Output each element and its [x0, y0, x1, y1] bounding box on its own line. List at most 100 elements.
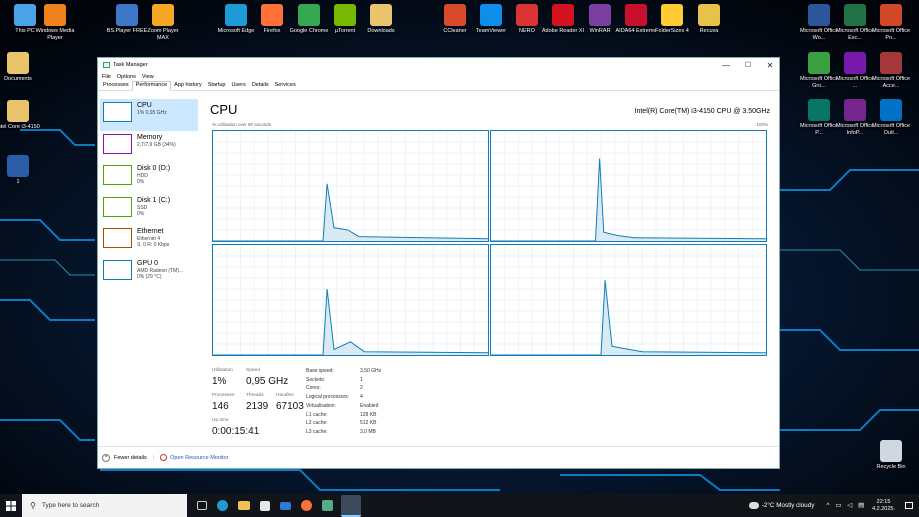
chevron-up-icon[interactable]: ^: [102, 453, 110, 462]
minimize-button[interactable]: —: [715, 58, 737, 72]
desktop-icon[interactable]: Documents: [0, 52, 40, 83]
start-button[interactable]: [0, 494, 22, 517]
volume-icon[interactable]: ◁: [847, 502, 852, 509]
cpu-graph-core-3: [490, 244, 767, 356]
desktop-icon[interactable]: Windows Media Player: [33, 4, 77, 41]
app-icon: [334, 4, 356, 26]
desktop-icon[interactable]: Microsoft Office Outl...: [869, 99, 913, 136]
task-manager-window[interactable]: Task Manager — ☐ ✕ File Options View Pro…: [97, 57, 780, 469]
menu-file[interactable]: File: [102, 74, 111, 80]
notification-icon[interactable]: [905, 502, 913, 509]
sidebar-item-gpu[interactable]: GPU 0 AMD Radeon (TM)... 0% (29 °C): [100, 257, 198, 289]
tab-details[interactable]: Details: [249, 82, 272, 90]
sidebar-item-detail: S: 0 R: 0 Kbps: [137, 242, 170, 248]
maximize-button[interactable]: ☐: [737, 58, 759, 72]
detail-value: 3,0 MB: [360, 428, 376, 435]
weather-text[interactable]: -2°C Mostly cloudy: [762, 502, 815, 509]
detail-value: 1: [360, 376, 363, 383]
app-icon: [480, 4, 502, 26]
desktop-icon[interactable]: Zoom Player MAX: [141, 4, 185, 41]
uptime-value: 0:00:15:41: [212, 426, 260, 437]
processes-value: 146: [212, 401, 229, 412]
perf-sidebar: CPU 1% 0,95 GHz Memory 2,7/7,9 GB (34%) Disk…: [100, 99, 198, 399]
desktop-icon-label: Microsoft Office Po...: [871, 28, 911, 41]
desktop-icon[interactable]: Recuva: [687, 4, 731, 35]
cpu-model: Intel(R) Core(TM) i3-4150 CPU @ 3.50GHz: [634, 108, 770, 115]
open-resource-monitor-link[interactable]: Open Resource Monitor: [170, 455, 228, 461]
desktop-icon[interactable]: 1: [0, 155, 40, 186]
app-icon: [225, 4, 247, 26]
cpu-graph-core-2: [212, 244, 489, 356]
mail-icon[interactable]: [280, 501, 291, 510]
app-icon: [661, 4, 683, 26]
cpu-graph-core-0: [212, 130, 489, 242]
desktop-icon-label: Documents: [4, 76, 32, 82]
processes-label: Processes: [212, 393, 235, 398]
tab-startup[interactable]: Startup: [205, 82, 229, 90]
app-icon[interactable]: [322, 500, 333, 511]
close-button[interactable]: ✕: [759, 58, 781, 72]
window-title: Task Manager: [113, 62, 148, 68]
sidebar-item-disk[interactable]: Disk 0 (D:) HDD 0%: [100, 162, 198, 194]
task-manager-taskbar-icon[interactable]: [341, 494, 361, 517]
desktop-icon[interactable]: Microsoft Office Acce...: [869, 52, 913, 89]
menu-view[interactable]: View: [142, 74, 154, 80]
desktop-icon[interactable]: Recycle Bin: [869, 440, 913, 471]
desktop-icon[interactable]: Downloads: [359, 4, 403, 35]
sidebar-item-detail: 2,7/7,9 GB (34%): [137, 141, 176, 148]
search-placeholder: Type here to search: [41, 502, 100, 509]
graph-canvas: [491, 245, 767, 356]
search-icon: ⚲: [30, 501, 36, 510]
detail-value: 512 KB: [360, 420, 377, 427]
sidebar-item-label: Disk 1 (C:): [137, 196, 171, 204]
sidebar-item-label: CPU: [137, 102, 152, 109]
tab-app-history[interactable]: App history: [171, 82, 205, 90]
app-icon: [298, 4, 320, 26]
tab-processes[interactable]: Processes: [100, 82, 132, 90]
app-icon: [516, 4, 538, 26]
firefox-icon[interactable]: [301, 500, 312, 511]
speed-label: Speed: [246, 368, 260, 373]
fewer-details-link[interactable]: Fewer details: [114, 455, 147, 461]
app-icon: [844, 4, 866, 26]
desktop-icon[interactable]: Microsoft Office Po...: [869, 4, 913, 41]
menu-options[interactable]: Options: [117, 74, 136, 80]
graph-canvas: [213, 245, 489, 356]
mini-graph: [103, 102, 132, 122]
clock[interactable]: 22:15 4.2.2025.: [872, 499, 895, 513]
tab-users[interactable]: Users: [228, 82, 248, 90]
taskbar-search[interactable]: ⚲ Type here to search: [22, 494, 187, 517]
threads-label: Threads: [246, 393, 264, 398]
app-icon: [116, 4, 138, 26]
sidebar-item-disk[interactable]: Disk 1 (C:) SSD 0%: [100, 194, 198, 226]
desktop-icon[interactable]: Intel Core i3-4150: [0, 100, 40, 131]
file-explorer-icon[interactable]: [238, 501, 250, 510]
graph-max-label: 100%: [756, 122, 768, 127]
detail-value: 4: [360, 394, 363, 401]
sidebar-item-memory[interactable]: Memory 2,7/7,9 GB (34%): [100, 131, 198, 163]
cpu-graph-core-1: [490, 130, 767, 242]
detail-key: Virtualisation:: [306, 402, 336, 409]
desktop-icon-label: Recycle Bin: [876, 464, 906, 470]
tab-strip: Processes Performance App history Startup Us…: [98, 81, 779, 91]
weather-icon: [748, 502, 759, 509]
input-lang-icon[interactable]: ▤: [858, 502, 864, 509]
network-icon[interactable]: ▭: [835, 502, 841, 509]
tab-performance[interactable]: Performance: [131, 81, 172, 91]
system-tray: -2°C Mostly cloudy ^ ▭ ◁ ▤ 22:15 4.2.202…: [748, 494, 919, 517]
store-icon[interactable]: [260, 500, 270, 511]
sidebar-item-detail: 0%: [137, 179, 145, 185]
detail-key: L3 cache:: [306, 428, 328, 435]
detail-key: L1 cache:: [306, 411, 328, 418]
graph-caption: % Utilisation over 60 seconds: [212, 122, 272, 127]
mini-graph: [103, 165, 132, 185]
title-bar[interactable]: Task Manager: [98, 58, 779, 72]
sidebar-item-cpu[interactable]: CPU 1% 0,95 GHz: [100, 99, 198, 131]
app-icon: [808, 4, 830, 26]
sidebar-item-ethernet[interactable]: Ethernet Ethernet 4 S: 0 R: 0 Kbps: [100, 225, 198, 257]
task-view-icon[interactable]: [197, 501, 207, 510]
edge-icon[interactable]: [217, 500, 228, 511]
chevron-up-icon[interactable]: ^: [826, 502, 829, 509]
app-icon: [44, 4, 66, 26]
tab-services[interactable]: Services: [272, 82, 299, 90]
